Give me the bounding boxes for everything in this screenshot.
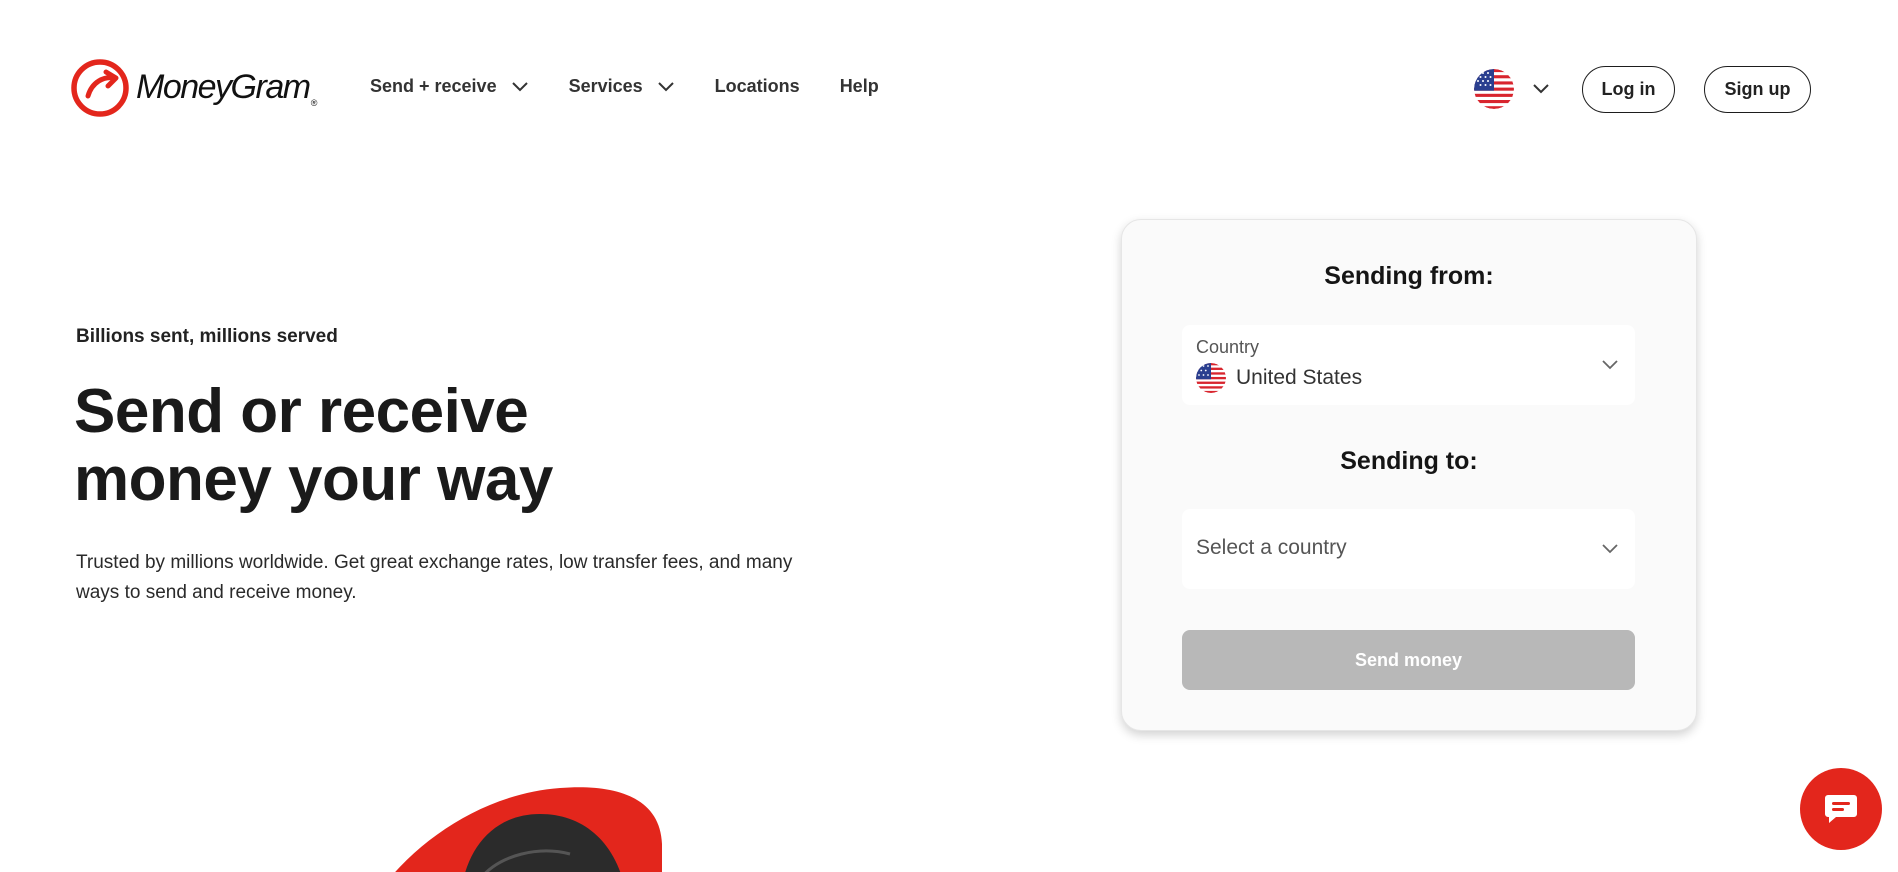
chat-bubble-icon	[1825, 795, 1857, 823]
nav-locations-label: Locations	[714, 76, 800, 96]
select-country-placeholder: Select a country	[1196, 536, 1347, 559]
site-header: MoneyGram® Send + receive Services Locat…	[0, 0, 1898, 178]
chevron-down-icon	[657, 81, 674, 91]
selected-country: United States	[1196, 363, 1362, 393]
hero-subtitle: Trusted by millions worldwide. Get great…	[76, 548, 896, 608]
hero-image	[395, 787, 662, 872]
sending-from-country-select[interactable]: Country United States	[1182, 325, 1635, 405]
us-flag-icon	[1474, 69, 1514, 109]
main-nav: Send + receive Services Locations Help	[370, 76, 919, 97]
nav-services[interactable]: Services	[569, 76, 675, 97]
hero-title-line-1: Send or receive	[74, 377, 529, 446]
chevron-down-icon	[1602, 360, 1618, 370]
moneygram-logo-icon	[71, 59, 129, 117]
nav-help-label: Help	[839, 76, 879, 96]
selected-country-name: United States	[1236, 366, 1363, 389]
login-button[interactable]: Log in	[1582, 66, 1675, 113]
sending-to-heading: Sending to:	[1340, 447, 1478, 475]
sending-to-country-select[interactable]: Select a country	[1182, 509, 1635, 589]
chevron-down-icon	[1533, 84, 1549, 94]
chevron-down-icon	[1602, 544, 1618, 554]
nav-send-receive[interactable]: Send + receive	[370, 76, 529, 97]
hero-subtitle-line-1: Trusted by millions worldwide. Get great…	[76, 552, 793, 573]
nav-locations[interactable]: Locations	[715, 76, 800, 97]
send-money-card: Sending from: Country United States Send…	[1121, 219, 1697, 731]
signup-button[interactable]: Sign up	[1704, 66, 1811, 113]
us-flag-icon	[1196, 363, 1226, 393]
send-money-button[interactable]: Send money	[1182, 630, 1635, 690]
country-label: Country	[1196, 337, 1260, 357]
nav-services-label: Services	[568, 76, 643, 96]
logo-wordmark: MoneyGram®	[136, 68, 317, 108]
hero-eyebrow: Billions sent, millions served	[76, 326, 338, 347]
nav-help[interactable]: Help	[840, 76, 879, 97]
sending-from-heading: Sending from:	[1324, 262, 1494, 290]
hero-title-line-2: money your way	[74, 445, 553, 514]
nav-send-receive-label: Send + receive	[370, 76, 497, 96]
hero-title: Send or receive money your way	[74, 378, 774, 514]
moneygram-logo[interactable]: MoneyGram®	[70, 58, 317, 118]
locale-selector[interactable]	[1474, 69, 1550, 109]
hero-subtitle-line-2: ways to send and receive money.	[76, 582, 357, 603]
chevron-down-icon	[511, 81, 528, 91]
chat-button[interactable]	[1800, 768, 1882, 850]
